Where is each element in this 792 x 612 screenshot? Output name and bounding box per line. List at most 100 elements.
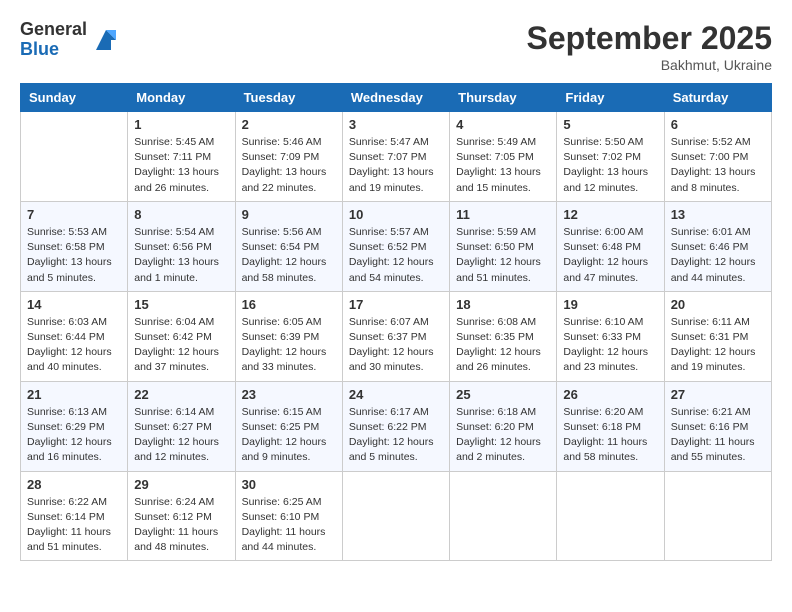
day-info: Sunrise: 5:59 AM Sunset: 6:50 PM Dayligh… xyxy=(456,225,550,286)
day-number: 27 xyxy=(671,387,765,402)
day-info: Sunrise: 6:14 AM Sunset: 6:27 PM Dayligh… xyxy=(134,405,228,466)
calendar-week-row: 7Sunrise: 5:53 AM Sunset: 6:58 PM Daylig… xyxy=(21,201,772,291)
calendar-cell: 9 Sunrise: 5:56 AM Sunset: 6:54 PM Daylig… xyxy=(235,201,342,291)
calendar-cell: 29 Sunrise: 6:24 AM Sunset: 6:12 PM Dayli… xyxy=(128,471,235,561)
day-info: Sunrise: 6:22 AM Sunset: 6:14 PM Dayligh… xyxy=(27,495,121,556)
calendar-cell xyxy=(557,471,664,561)
day-number: 26 xyxy=(563,387,657,402)
calendar-cell: 7Sunrise: 5:53 AM Sunset: 6:58 PM Daylig… xyxy=(21,201,128,291)
calendar-cell: 2 Sunrise: 5:46 AM Sunset: 7:09 PM Daylig… xyxy=(235,112,342,202)
day-number: 1 xyxy=(134,117,228,132)
day-info: Sunrise: 5:45 AM Sunset: 7:11 PM Dayligh… xyxy=(134,135,228,196)
day-number: 20 xyxy=(671,297,765,312)
day-info: Sunrise: 6:18 AM Sunset: 6:20 PM Dayligh… xyxy=(456,405,550,466)
day-number: 14 xyxy=(27,297,121,312)
logo: General Blue xyxy=(20,20,121,60)
day-number: 24 xyxy=(349,387,443,402)
calendar-cell: 21Sunrise: 6:13 AM Sunset: 6:29 PM Dayli… xyxy=(21,381,128,471)
day-info: Sunrise: 6:13 AM Sunset: 6:29 PM Dayligh… xyxy=(27,405,121,466)
day-info: Sunrise: 5:56 AM Sunset: 6:54 PM Dayligh… xyxy=(242,225,336,286)
day-number: 11 xyxy=(456,207,550,222)
location: Bakhmut, Ukraine xyxy=(527,57,772,73)
logo-general-text: General xyxy=(20,20,87,40)
day-info: Sunrise: 5:57 AM Sunset: 6:52 PM Dayligh… xyxy=(349,225,443,286)
calendar-cell xyxy=(450,471,557,561)
day-number: 13 xyxy=(671,207,765,222)
day-info: Sunrise: 6:00 AM Sunset: 6:48 PM Dayligh… xyxy=(563,225,657,286)
day-number: 3 xyxy=(349,117,443,132)
calendar-cell: 18Sunrise: 6:08 AM Sunset: 6:35 PM Dayli… xyxy=(450,291,557,381)
day-info: Sunrise: 6:08 AM Sunset: 6:35 PM Dayligh… xyxy=(456,315,550,376)
day-number: 10 xyxy=(349,207,443,222)
calendar-cell: 22 Sunrise: 6:14 AM Sunset: 6:27 PM Dayli… xyxy=(128,381,235,471)
day-info: Sunrise: 6:04 AM Sunset: 6:42 PM Dayligh… xyxy=(134,315,228,376)
calendar-header-tuesday: Tuesday xyxy=(235,84,342,112)
day-info: Sunrise: 5:47 AM Sunset: 7:07 PM Dayligh… xyxy=(349,135,443,196)
day-number: 12 xyxy=(563,207,657,222)
calendar-cell: 17Sunrise: 6:07 AM Sunset: 6:37 PM Dayli… xyxy=(342,291,449,381)
day-number: 9 xyxy=(242,207,336,222)
calendar-week-row: 14 Sunrise: 6:03 AM Sunset: 6:44 PM Dayli… xyxy=(21,291,772,381)
day-info: Sunrise: 5:53 AM Sunset: 6:58 PM Dayligh… xyxy=(27,225,121,286)
day-number: 8 xyxy=(134,207,228,222)
calendar-cell: 10 Sunrise: 5:57 AM Sunset: 6:52 PM Dayli… xyxy=(342,201,449,291)
logo-icon xyxy=(91,25,121,55)
calendar-week-row: 21Sunrise: 6:13 AM Sunset: 6:29 PM Dayli… xyxy=(21,381,772,471)
calendar-cell: 11 Sunrise: 5:59 AM Sunset: 6:50 PM Dayli… xyxy=(450,201,557,291)
day-number: 5 xyxy=(563,117,657,132)
day-number: 17 xyxy=(349,297,443,312)
title-block: September 2025 Bakhmut, Ukraine xyxy=(527,20,772,73)
day-info: Sunrise: 6:20 AM Sunset: 6:18 PM Dayligh… xyxy=(563,405,657,466)
day-info: Sunrise: 6:25 AM Sunset: 6:10 PM Dayligh… xyxy=(242,495,336,556)
day-info: Sunrise: 6:15 AM Sunset: 6:25 PM Dayligh… xyxy=(242,405,336,466)
day-info: Sunrise: 6:17 AM Sunset: 6:22 PM Dayligh… xyxy=(349,405,443,466)
calendar-cell: 8 Sunrise: 5:54 AM Sunset: 6:56 PM Daylig… xyxy=(128,201,235,291)
day-info: Sunrise: 6:11 AM Sunset: 6:31 PM Dayligh… xyxy=(671,315,765,376)
calendar-cell: 14 Sunrise: 6:03 AM Sunset: 6:44 PM Dayli… xyxy=(21,291,128,381)
calendar-table: SundayMondayTuesdayWednesdayThursdayFrid… xyxy=(20,83,772,561)
calendar-cell: 12 Sunrise: 6:00 AM Sunset: 6:48 PM Dayli… xyxy=(557,201,664,291)
calendar-cell: 3 Sunrise: 5:47 AM Sunset: 7:07 PM Daylig… xyxy=(342,112,449,202)
logo-blue-text: Blue xyxy=(20,40,87,60)
day-number: 19 xyxy=(563,297,657,312)
calendar-cell: 4Sunrise: 5:49 AM Sunset: 7:05 PM Daylig… xyxy=(450,112,557,202)
calendar-cell: 19 Sunrise: 6:10 AM Sunset: 6:33 PM Dayli… xyxy=(557,291,664,381)
day-info: Sunrise: 5:46 AM Sunset: 7:09 PM Dayligh… xyxy=(242,135,336,196)
calendar-header-row: SundayMondayTuesdayWednesdayThursdayFrid… xyxy=(21,84,772,112)
day-number: 2 xyxy=(242,117,336,132)
calendar-header-monday: Monday xyxy=(128,84,235,112)
day-number: 28 xyxy=(27,477,121,492)
day-number: 6 xyxy=(671,117,765,132)
day-number: 23 xyxy=(242,387,336,402)
day-number: 16 xyxy=(242,297,336,312)
day-info: Sunrise: 6:10 AM Sunset: 6:33 PM Dayligh… xyxy=(563,315,657,376)
calendar-header-thursday: Thursday xyxy=(450,84,557,112)
calendar-cell: 5Sunrise: 5:50 AM Sunset: 7:02 PM Daylig… xyxy=(557,112,664,202)
day-info: Sunrise: 5:52 AM Sunset: 7:00 PM Dayligh… xyxy=(671,135,765,196)
calendar-header-sunday: Sunday xyxy=(21,84,128,112)
calendar-cell: 30Sunrise: 6:25 AM Sunset: 6:10 PM Dayli… xyxy=(235,471,342,561)
day-number: 22 xyxy=(134,387,228,402)
day-number: 15 xyxy=(134,297,228,312)
day-info: Sunrise: 6:21 AM Sunset: 6:16 PM Dayligh… xyxy=(671,405,765,466)
day-info: Sunrise: 5:54 AM Sunset: 6:56 PM Dayligh… xyxy=(134,225,228,286)
calendar-cell: 1 Sunrise: 5:45 AM Sunset: 7:11 PM Daylig… xyxy=(128,112,235,202)
day-info: Sunrise: 6:24 AM Sunset: 6:12 PM Dayligh… xyxy=(134,495,228,556)
calendar-header-friday: Friday xyxy=(557,84,664,112)
calendar-cell xyxy=(342,471,449,561)
calendar-cell: 16Sunrise: 6:05 AM Sunset: 6:39 PM Dayli… xyxy=(235,291,342,381)
calendar-week-row: 1 Sunrise: 5:45 AM Sunset: 7:11 PM Daylig… xyxy=(21,112,772,202)
day-info: Sunrise: 6:01 AM Sunset: 6:46 PM Dayligh… xyxy=(671,225,765,286)
day-info: Sunrise: 6:03 AM Sunset: 6:44 PM Dayligh… xyxy=(27,315,121,376)
calendar-cell xyxy=(664,471,771,561)
day-number: 29 xyxy=(134,477,228,492)
calendar-cell: 25 Sunrise: 6:18 AM Sunset: 6:20 PM Dayli… xyxy=(450,381,557,471)
calendar-week-row: 28 Sunrise: 6:22 AM Sunset: 6:14 PM Dayli… xyxy=(21,471,772,561)
calendar-cell: 28 Sunrise: 6:22 AM Sunset: 6:14 PM Dayli… xyxy=(21,471,128,561)
calendar-cell: 27 Sunrise: 6:21 AM Sunset: 6:16 PM Dayli… xyxy=(664,381,771,471)
calendar-cell: 15 Sunrise: 6:04 AM Sunset: 6:42 PM Dayli… xyxy=(128,291,235,381)
page-header: General Blue September 2025 Bakhmut, Ukr… xyxy=(20,20,772,73)
calendar-cell: 26 Sunrise: 6:20 AM Sunset: 6:18 PM Dayli… xyxy=(557,381,664,471)
day-number: 25 xyxy=(456,387,550,402)
calendar-header-wednesday: Wednesday xyxy=(342,84,449,112)
